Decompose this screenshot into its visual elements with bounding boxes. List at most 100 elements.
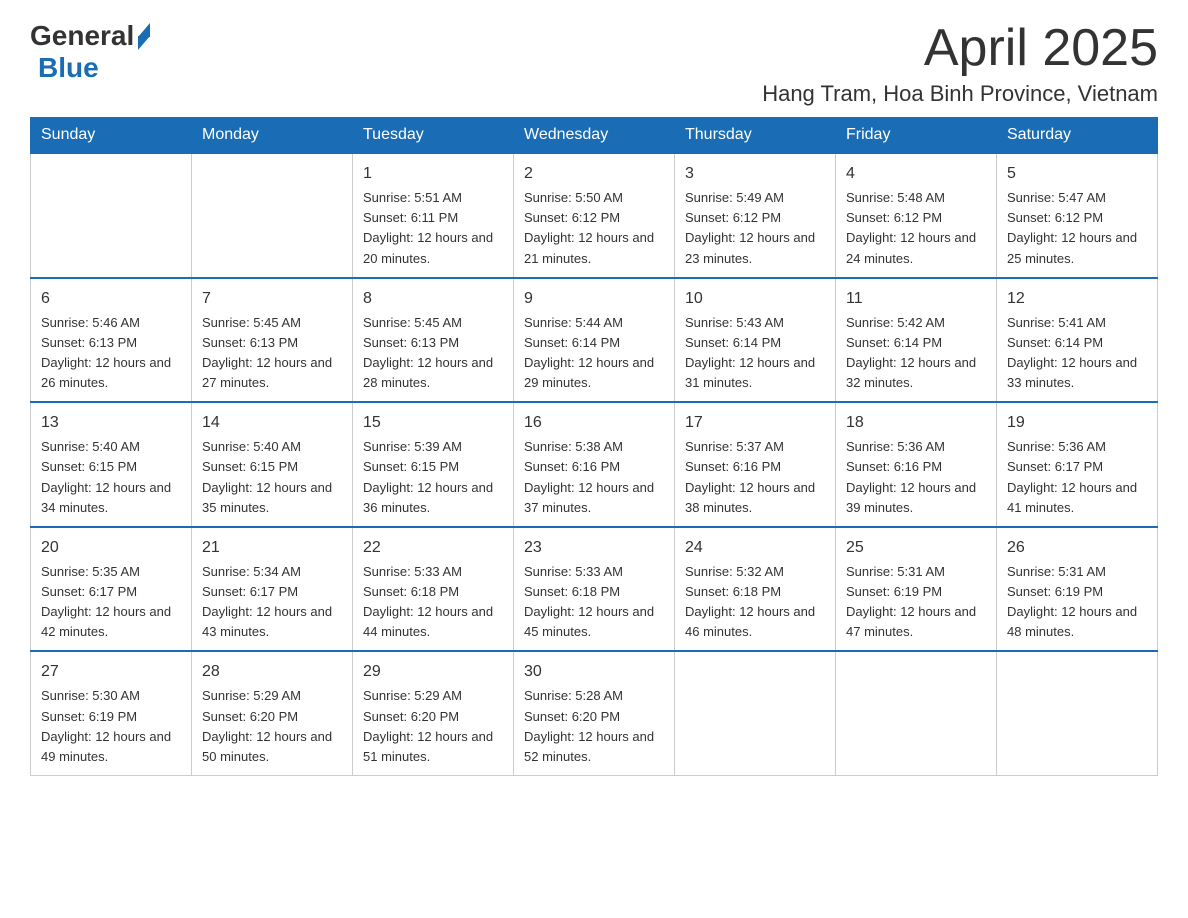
day-number: 19 xyxy=(1007,411,1147,435)
day-info: Sunrise: 5:48 AM Sunset: 6:12 PM Dayligh… xyxy=(846,188,986,269)
day-number: 2 xyxy=(524,162,664,186)
day-info: Sunrise: 5:41 AM Sunset: 6:14 PM Dayligh… xyxy=(1007,313,1147,394)
column-header-saturday: Saturday xyxy=(997,118,1158,154)
calendar-cell: 17Sunrise: 5:37 AM Sunset: 6:16 PM Dayli… xyxy=(675,402,836,527)
day-info: Sunrise: 5:45 AM Sunset: 6:13 PM Dayligh… xyxy=(363,313,503,394)
calendar-cell xyxy=(192,153,353,278)
week-row-1: 1Sunrise: 5:51 AM Sunset: 6:11 PM Daylig… xyxy=(31,153,1158,278)
calendar-cell: 10Sunrise: 5:43 AM Sunset: 6:14 PM Dayli… xyxy=(675,278,836,403)
day-number: 9 xyxy=(524,287,664,311)
day-number: 29 xyxy=(363,660,503,684)
day-number: 17 xyxy=(685,411,825,435)
day-info: Sunrise: 5:36 AM Sunset: 6:17 PM Dayligh… xyxy=(1007,437,1147,518)
day-number: 12 xyxy=(1007,287,1147,311)
day-info: Sunrise: 5:33 AM Sunset: 6:18 PM Dayligh… xyxy=(524,562,664,643)
day-info: Sunrise: 5:37 AM Sunset: 6:16 PM Dayligh… xyxy=(685,437,825,518)
day-info: Sunrise: 5:49 AM Sunset: 6:12 PM Dayligh… xyxy=(685,188,825,269)
calendar-cell xyxy=(675,651,836,775)
column-header-thursday: Thursday xyxy=(675,118,836,154)
calendar-cell: 4Sunrise: 5:48 AM Sunset: 6:12 PM Daylig… xyxy=(836,153,997,278)
day-number: 13 xyxy=(41,411,181,435)
calendar-cell xyxy=(31,153,192,278)
calendar-cell: 21Sunrise: 5:34 AM Sunset: 6:17 PM Dayli… xyxy=(192,527,353,652)
day-info: Sunrise: 5:50 AM Sunset: 6:12 PM Dayligh… xyxy=(524,188,664,269)
calendar-cell: 13Sunrise: 5:40 AM Sunset: 6:15 PM Dayli… xyxy=(31,402,192,527)
calendar-cell: 25Sunrise: 5:31 AM Sunset: 6:19 PM Dayli… xyxy=(836,527,997,652)
week-row-5: 27Sunrise: 5:30 AM Sunset: 6:19 PM Dayli… xyxy=(31,651,1158,775)
day-info: Sunrise: 5:31 AM Sunset: 6:19 PM Dayligh… xyxy=(1007,562,1147,643)
day-info: Sunrise: 5:47 AM Sunset: 6:12 PM Dayligh… xyxy=(1007,188,1147,269)
calendar-cell: 11Sunrise: 5:42 AM Sunset: 6:14 PM Dayli… xyxy=(836,278,997,403)
day-number: 3 xyxy=(685,162,825,186)
day-info: Sunrise: 5:40 AM Sunset: 6:15 PM Dayligh… xyxy=(202,437,342,518)
month-title: April 2025 xyxy=(762,20,1158,77)
calendar-table: SundayMondayTuesdayWednesdayThursdayFrid… xyxy=(30,117,1158,776)
day-number: 20 xyxy=(41,536,181,560)
page-header: General Blue April 2025 Hang Tram, Hoa B… xyxy=(30,20,1158,107)
calendar-cell: 26Sunrise: 5:31 AM Sunset: 6:19 PM Dayli… xyxy=(997,527,1158,652)
day-number: 24 xyxy=(685,536,825,560)
day-number: 11 xyxy=(846,287,986,311)
column-header-tuesday: Tuesday xyxy=(353,118,514,154)
calendar-cell: 22Sunrise: 5:33 AM Sunset: 6:18 PM Dayli… xyxy=(353,527,514,652)
calendar-cell: 19Sunrise: 5:36 AM Sunset: 6:17 PM Dayli… xyxy=(997,402,1158,527)
day-info: Sunrise: 5:39 AM Sunset: 6:15 PM Dayligh… xyxy=(363,437,503,518)
calendar-cell: 27Sunrise: 5:30 AM Sunset: 6:19 PM Dayli… xyxy=(31,651,192,775)
calendar-cell: 7Sunrise: 5:45 AM Sunset: 6:13 PM Daylig… xyxy=(192,278,353,403)
day-number: 6 xyxy=(41,287,181,311)
calendar-cell: 14Sunrise: 5:40 AM Sunset: 6:15 PM Dayli… xyxy=(192,402,353,527)
day-info: Sunrise: 5:43 AM Sunset: 6:14 PM Dayligh… xyxy=(685,313,825,394)
column-header-wednesday: Wednesday xyxy=(514,118,675,154)
day-number: 10 xyxy=(685,287,825,311)
calendar-cell: 30Sunrise: 5:28 AM Sunset: 6:20 PM Dayli… xyxy=(514,651,675,775)
day-info: Sunrise: 5:42 AM Sunset: 6:14 PM Dayligh… xyxy=(846,313,986,394)
day-info: Sunrise: 5:40 AM Sunset: 6:15 PM Dayligh… xyxy=(41,437,181,518)
calendar-cell: 28Sunrise: 5:29 AM Sunset: 6:20 PM Dayli… xyxy=(192,651,353,775)
column-header-friday: Friday xyxy=(836,118,997,154)
day-number: 27 xyxy=(41,660,181,684)
day-info: Sunrise: 5:44 AM Sunset: 6:14 PM Dayligh… xyxy=(524,313,664,394)
calendar-cell: 20Sunrise: 5:35 AM Sunset: 6:17 PM Dayli… xyxy=(31,527,192,652)
day-number: 8 xyxy=(363,287,503,311)
day-info: Sunrise: 5:31 AM Sunset: 6:19 PM Dayligh… xyxy=(846,562,986,643)
day-info: Sunrise: 5:45 AM Sunset: 6:13 PM Dayligh… xyxy=(202,313,342,394)
day-info: Sunrise: 5:29 AM Sunset: 6:20 PM Dayligh… xyxy=(363,686,503,767)
day-info: Sunrise: 5:29 AM Sunset: 6:20 PM Dayligh… xyxy=(202,686,342,767)
calendar-cell: 9Sunrise: 5:44 AM Sunset: 6:14 PM Daylig… xyxy=(514,278,675,403)
logo-text-blue: Blue xyxy=(38,52,99,84)
calendar-cell: 8Sunrise: 5:45 AM Sunset: 6:13 PM Daylig… xyxy=(353,278,514,403)
day-info: Sunrise: 5:33 AM Sunset: 6:18 PM Dayligh… xyxy=(363,562,503,643)
calendar-cell: 12Sunrise: 5:41 AM Sunset: 6:14 PM Dayli… xyxy=(997,278,1158,403)
title-section: April 2025 Hang Tram, Hoa Binh Province,… xyxy=(762,20,1158,107)
calendar-cell: 1Sunrise: 5:51 AM Sunset: 6:11 PM Daylig… xyxy=(353,153,514,278)
calendar-cell xyxy=(836,651,997,775)
day-number: 23 xyxy=(524,536,664,560)
day-info: Sunrise: 5:35 AM Sunset: 6:17 PM Dayligh… xyxy=(41,562,181,643)
calendar-header-row: SundayMondayTuesdayWednesdayThursdayFrid… xyxy=(31,118,1158,154)
calendar-cell: 6Sunrise: 5:46 AM Sunset: 6:13 PM Daylig… xyxy=(31,278,192,403)
week-row-4: 20Sunrise: 5:35 AM Sunset: 6:17 PM Dayli… xyxy=(31,527,1158,652)
day-number: 28 xyxy=(202,660,342,684)
day-info: Sunrise: 5:34 AM Sunset: 6:17 PM Dayligh… xyxy=(202,562,342,643)
calendar-cell: 2Sunrise: 5:50 AM Sunset: 6:12 PM Daylig… xyxy=(514,153,675,278)
calendar-cell: 24Sunrise: 5:32 AM Sunset: 6:18 PM Dayli… xyxy=(675,527,836,652)
location-title: Hang Tram, Hoa Binh Province, Vietnam xyxy=(762,81,1158,107)
calendar-cell: 18Sunrise: 5:36 AM Sunset: 6:16 PM Dayli… xyxy=(836,402,997,527)
day-number: 4 xyxy=(846,162,986,186)
day-number: 7 xyxy=(202,287,342,311)
logo-text-general: General xyxy=(30,20,134,52)
day-number: 16 xyxy=(524,411,664,435)
day-number: 25 xyxy=(846,536,986,560)
calendar-cell: 5Sunrise: 5:47 AM Sunset: 6:12 PM Daylig… xyxy=(997,153,1158,278)
day-number: 30 xyxy=(524,660,664,684)
calendar-cell: 16Sunrise: 5:38 AM Sunset: 6:16 PM Dayli… xyxy=(514,402,675,527)
logo: General Blue xyxy=(30,20,150,84)
day-number: 21 xyxy=(202,536,342,560)
calendar-cell: 29Sunrise: 5:29 AM Sunset: 6:20 PM Dayli… xyxy=(353,651,514,775)
day-info: Sunrise: 5:51 AM Sunset: 6:11 PM Dayligh… xyxy=(363,188,503,269)
calendar-cell: 3Sunrise: 5:49 AM Sunset: 6:12 PM Daylig… xyxy=(675,153,836,278)
column-header-monday: Monday xyxy=(192,118,353,154)
day-info: Sunrise: 5:38 AM Sunset: 6:16 PM Dayligh… xyxy=(524,437,664,518)
day-number: 22 xyxy=(363,536,503,560)
calendar-cell xyxy=(997,651,1158,775)
